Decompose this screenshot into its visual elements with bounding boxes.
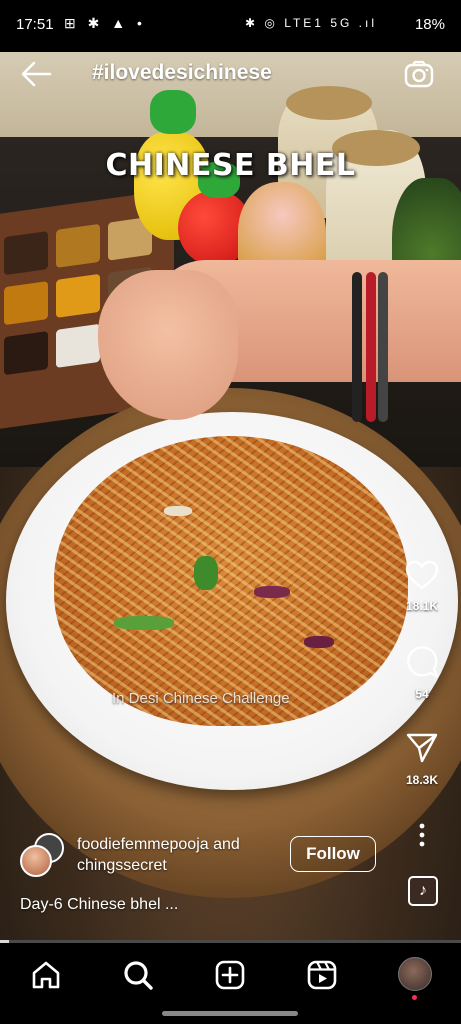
chinese-bhel-dish xyxy=(54,436,408,726)
pepper-stem xyxy=(150,90,196,134)
status-bar: 17:51 ⊞ ✱ ▲ • ✱ ◎ LTE1 5G .ıl 18% xyxy=(0,0,461,52)
hashtag-title: #ilovedesichinese xyxy=(92,61,272,84)
status-battery: 18% xyxy=(414,16,445,33)
bracelet xyxy=(352,272,362,422)
spice-cell xyxy=(4,281,48,326)
author-names[interactable]: foodiefemmepooja and chingssecret xyxy=(77,834,240,876)
arrow-left-icon[interactable] xyxy=(20,60,52,88)
cabbage-shred xyxy=(164,506,192,516)
share-count: 18.3K xyxy=(405,773,439,787)
reels-icon[interactable] xyxy=(306,959,338,991)
video-overlay-title: CHINESE BHEL xyxy=(105,148,356,183)
follow-button[interactable]: Follow xyxy=(290,836,376,872)
comment-icon xyxy=(407,646,439,678)
status-notification-icons: ⊞ ✱ ▲ • xyxy=(64,15,146,31)
green-chilli xyxy=(194,556,218,590)
camera-icon[interactable] xyxy=(404,60,434,88)
author-avatars[interactable] xyxy=(20,833,64,877)
red-cabbage xyxy=(304,636,334,648)
notification-dot xyxy=(412,995,417,1000)
spring-onion xyxy=(114,616,174,630)
comment-button[interactable]: 54 xyxy=(397,644,447,701)
profile-avatar[interactable] xyxy=(398,957,432,991)
audio-thumbnail[interactable]: ♪ xyxy=(408,876,438,906)
search-icon[interactable] xyxy=(122,959,154,991)
author-line-1[interactable]: foodiefemmepooja and xyxy=(77,834,240,855)
author-line-2[interactable]: chingssecret xyxy=(77,855,240,876)
send-icon xyxy=(406,733,438,763)
reel-caption[interactable]: Day-6 Chinese bhel ... xyxy=(20,896,178,914)
home-icon[interactable] xyxy=(30,959,62,991)
spice-cell xyxy=(4,231,48,276)
effect-label[interactable]: In Desi Chinese Challenge xyxy=(112,690,290,707)
spice-cell xyxy=(56,323,100,368)
spice-cell xyxy=(56,223,100,268)
spice-cell xyxy=(56,273,100,318)
share-button[interactable]: 18.3K xyxy=(397,732,447,787)
like-count: 18.1K xyxy=(405,599,439,613)
bottom-navigation xyxy=(0,943,461,1024)
status-time: 17:51 xyxy=(16,16,54,33)
avatar xyxy=(20,845,52,877)
music-note-icon: ♪ xyxy=(419,882,427,899)
header: #ilovedesichinese xyxy=(0,52,461,96)
bracelet xyxy=(378,272,388,422)
like-button[interactable]: 18.1K xyxy=(397,560,447,613)
comment-count: 54 xyxy=(415,687,429,701)
more-vertical-icon[interactable] xyxy=(414,822,430,848)
status-signal-icons: ✱ ◎ LTE1 5G .ıl xyxy=(245,16,377,30)
create-icon[interactable] xyxy=(214,959,246,991)
spice-cell xyxy=(4,331,48,376)
heart-icon xyxy=(405,560,439,590)
red-cabbage xyxy=(254,586,290,598)
bracelet xyxy=(366,272,376,422)
reel-video[interactable]: CHINESE BHEL In Desi Chinese Challenge xyxy=(0,52,461,940)
gesture-bar xyxy=(162,1011,298,1016)
